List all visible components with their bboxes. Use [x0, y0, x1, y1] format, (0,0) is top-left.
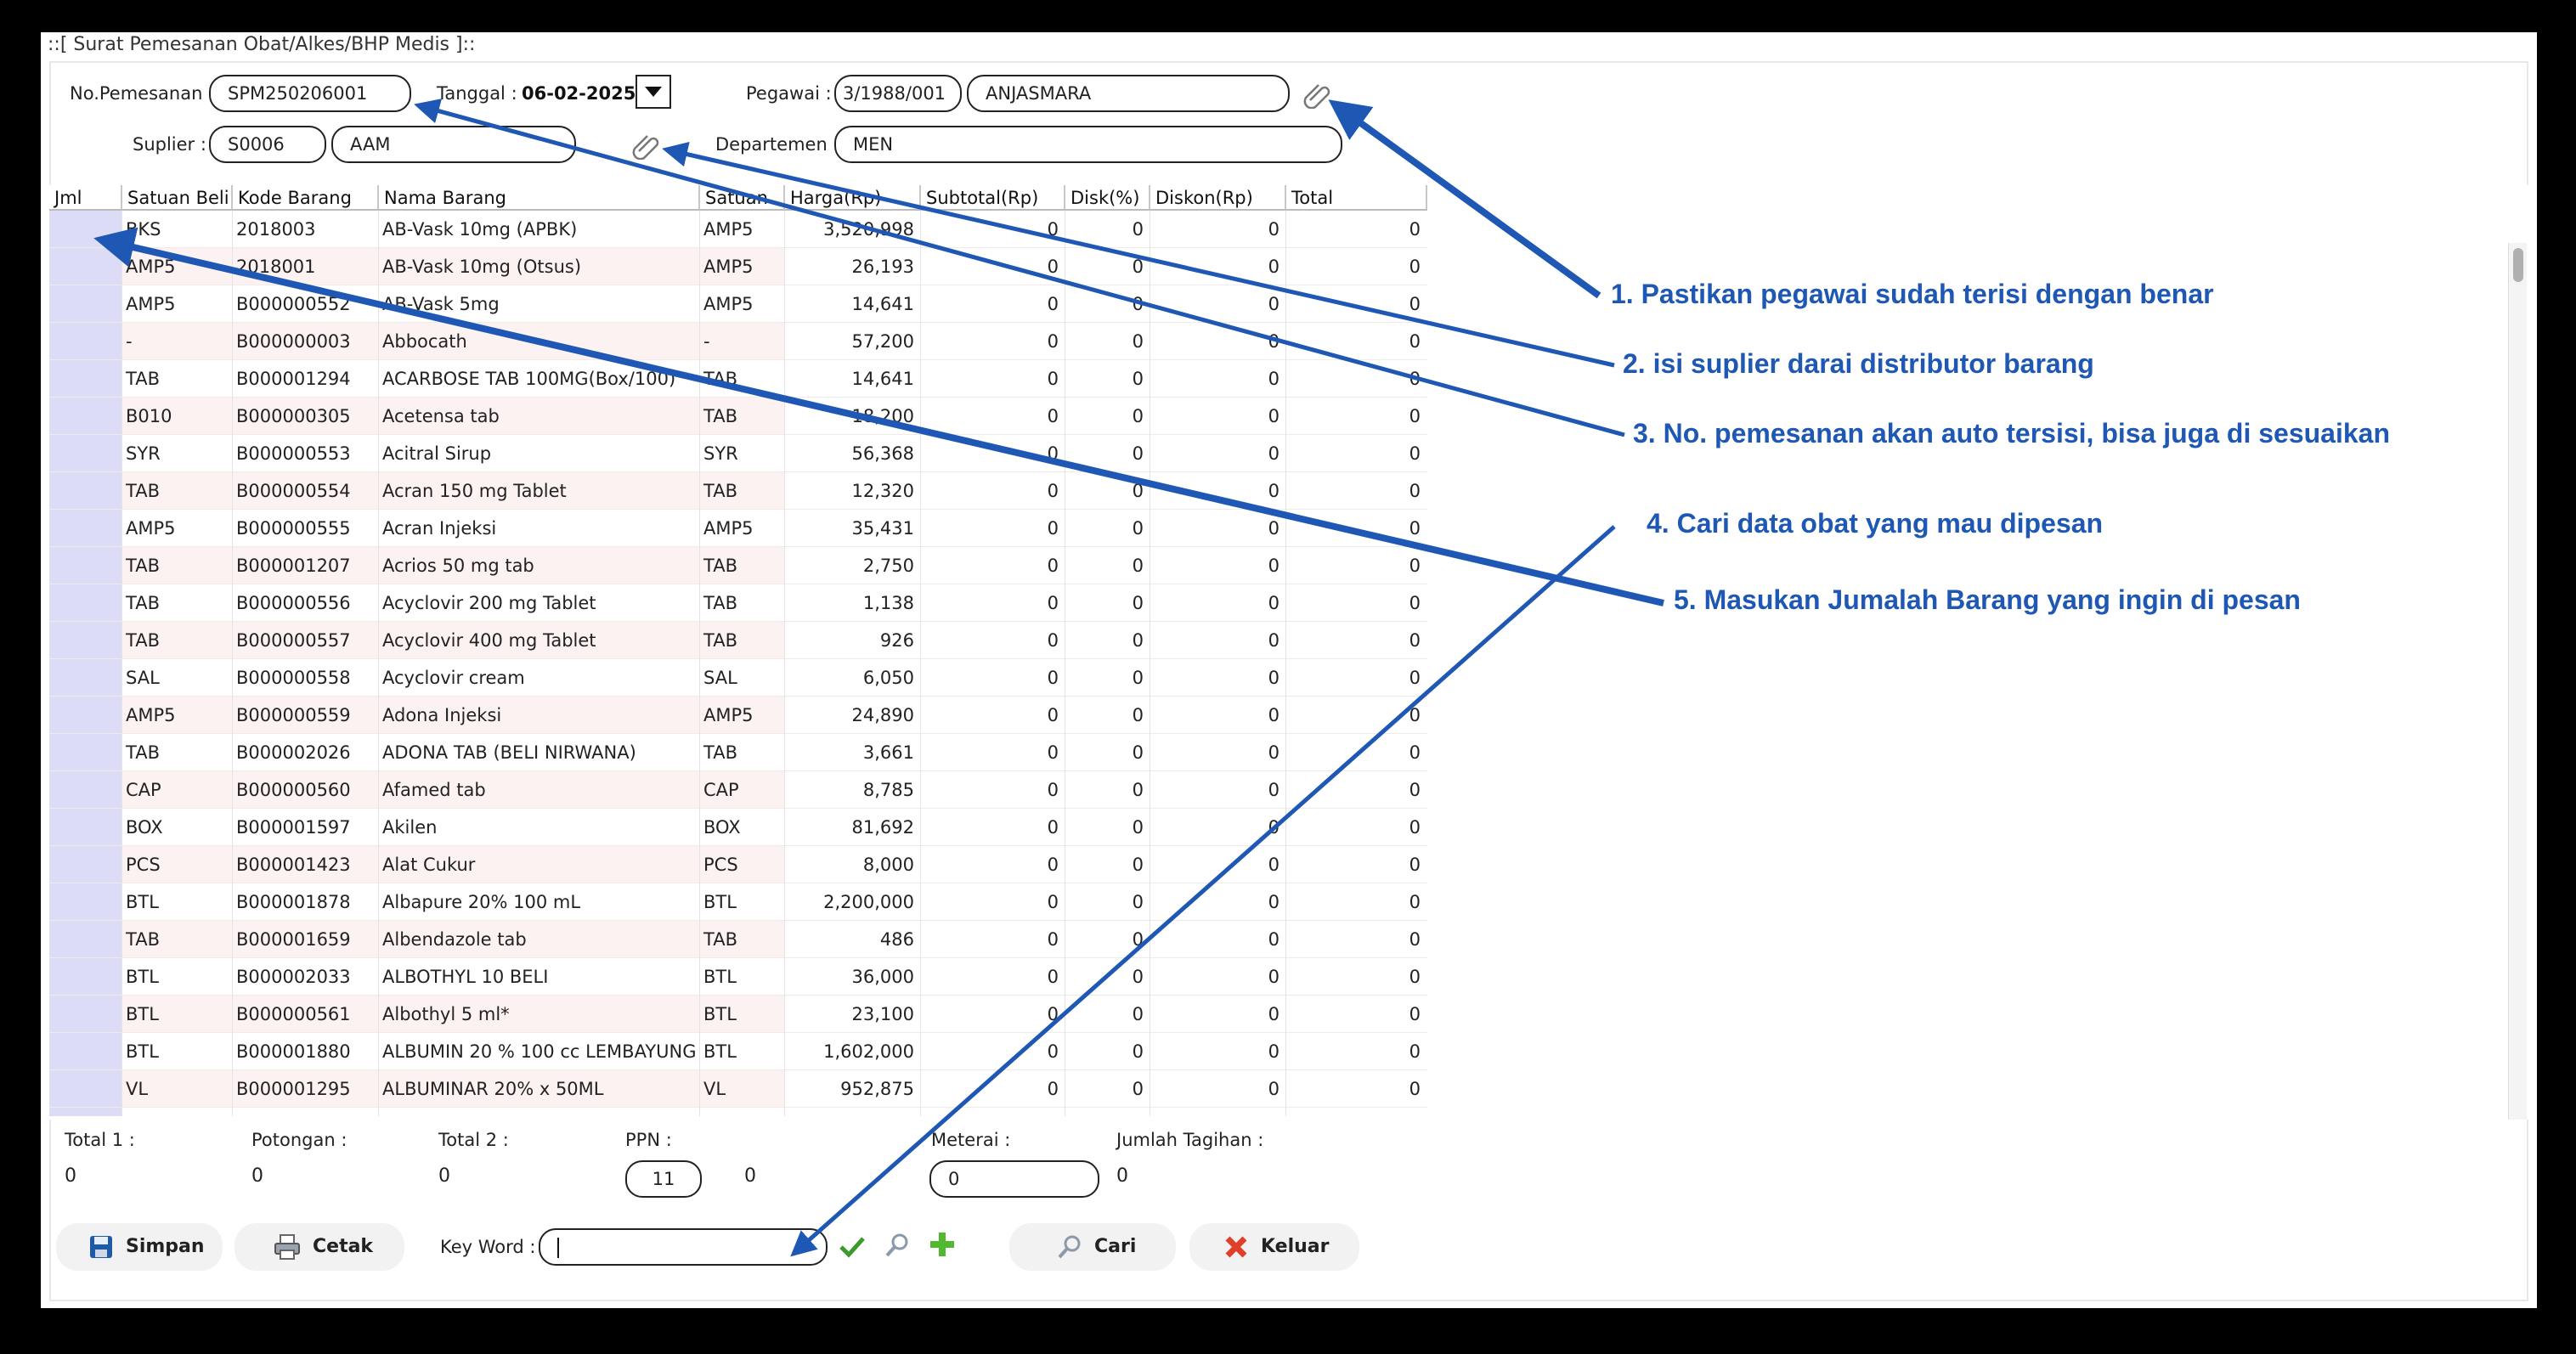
arrow-1 — [1328, 99, 1602, 299]
annotation-2: 2. isi suplier darai distributor barang — [1623, 348, 2094, 379]
arrow-3 — [414, 99, 1625, 437]
arrow-2 — [662, 141, 1615, 368]
arrow-5 — [93, 227, 1664, 606]
annotation-arrows — [93, 99, 1664, 1257]
annotation-5: 5. Masukan Jumalah Barang yang ingin di … — [1674, 584, 2301, 615]
annotation-3: 3. No. pemesanan akan auto tersisi, bisa… — [1633, 418, 2390, 449]
annotation-1: 1. Pastikan pegawai sudah terisi dengan … — [1611, 279, 2214, 309]
arrow-4 — [790, 525, 1616, 1257]
annotation-4: 4. Cari data obat yang mau dipesan — [1647, 508, 2104, 539]
